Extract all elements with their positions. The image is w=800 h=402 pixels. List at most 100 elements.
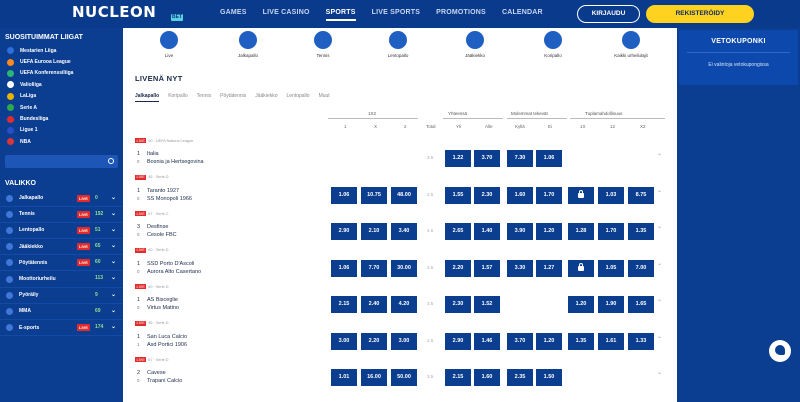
menu-item[interactable]: Tennis LIVE 192 ⌄ <box>0 207 123 223</box>
sport-category[interactable]: Tennis <box>293 31 353 58</box>
chevron-down-icon[interactable]: ⌄ <box>111 274 116 281</box>
odds-button[interactable]: 2.30 <box>474 186 500 204</box>
odds-button[interactable]: 1.06 <box>536 150 562 167</box>
odds-button[interactable]: 2.90 <box>331 223 357 240</box>
odds-button[interactable]: 1.06 <box>331 186 357 204</box>
chevron-down-icon[interactable]: ⌄ <box>111 258 116 265</box>
odds-button[interactable]: 1.33 <box>628 332 654 350</box>
register-button[interactable]: REKISTERÖIDY <box>646 5 754 23</box>
odds-button[interactable]: 1.01 <box>331 369 357 386</box>
odds-button[interactable]: 48.00 <box>391 186 417 204</box>
sport-category[interactable]: Lentopallo <box>368 31 428 58</box>
league-item[interactable]: Bundesliiga <box>0 113 123 124</box>
odds-button[interactable]: 1.35 <box>628 223 654 240</box>
subtab[interactable]: Tennis <box>197 93 211 102</box>
chevron-down-icon[interactable]: ⌄ <box>657 296 662 303</box>
nav-live-casino[interactable]: LIVE CASINO <box>263 9 310 21</box>
menu-item[interactable]: Moottoriurheilu 113 ⌄ <box>0 271 123 288</box>
menu-item[interactable]: Jalkapallo LIVE 0 ⌄ <box>0 191 123 207</box>
sport-category[interactable]: Koripallo <box>523 31 583 58</box>
chevron-down-icon[interactable]: ⌄ <box>657 150 662 157</box>
odds-button[interactable]: 1.20 <box>568 296 594 313</box>
odds-button[interactable]: 3.40 <box>391 223 417 240</box>
odds-button[interactable]: 1.46 <box>474 332 500 350</box>
chevron-down-icon[interactable]: ⌄ <box>111 242 116 249</box>
match-row[interactable]: LIVE 67 · Serie D 2 0 Cavese Trapani Calcio 1.… <box>123 357 677 393</box>
league-item[interactable]: NBA <box>0 136 123 147</box>
odds-button[interactable]: 3.70 <box>507 332 533 350</box>
nav-games[interactable]: GAMES <box>220 9 247 21</box>
odds-button[interactable]: 2.35 <box>507 369 533 386</box>
odds-button[interactable]: 1.57 <box>474 259 500 277</box>
sport-category[interactable]: Kaikki urheilulajit <box>601 31 661 58</box>
odds-button[interactable]: 10.75 <box>361 186 387 204</box>
league-item[interactable]: UEFA Konferenssiliiga <box>0 68 123 79</box>
odds-button[interactable]: 3.00 <box>391 332 417 350</box>
league-item[interactable]: Valioliiga <box>0 79 123 90</box>
subtab[interactable]: Jalkapallo <box>135 93 160 102</box>
chevron-down-icon[interactable]: ⌄ <box>657 333 662 340</box>
chevron-down-icon[interactable]: ⌄ <box>657 260 662 267</box>
sport-category[interactable]: Jalkapallo <box>218 31 278 58</box>
odds-button[interactable]: 2.30 <box>445 296 471 313</box>
menu-item[interactable]: Lentopallo LIVE 51 ⌄ <box>0 223 123 240</box>
odds-button[interactable]: 1.70 <box>598 223 624 240</box>
chevron-down-icon[interactable]: ⌄ <box>657 187 662 194</box>
menu-item[interactable]: Pöytätennis LIVE 60 ⌄ <box>0 255 123 272</box>
odds-button[interactable]: 4.20 <box>391 296 417 313</box>
odds-button[interactable]: 1.65 <box>628 296 654 313</box>
sport-category[interactable]: Live <box>139 31 199 58</box>
odds-button[interactable]: 1.05 <box>598 259 624 277</box>
subtab[interactable]: Muut <box>319 93 330 102</box>
brand-logo[interactable]: NUCLEON <box>72 3 156 21</box>
odds-button[interactable]: 1.61 <box>598 332 624 350</box>
odds-button[interactable]: 1.50 <box>536 369 562 386</box>
odds-button[interactable]: 1.90 <box>598 296 624 313</box>
odds-button[interactable]: 2.15 <box>445 369 471 386</box>
odds-button[interactable]: 2.90 <box>445 332 471 350</box>
league-search-input[interactable] <box>5 154 118 168</box>
chevron-down-icon[interactable]: ⌄ <box>111 210 116 217</box>
subtab[interactable]: Koripallo <box>168 93 187 102</box>
match-row[interactable]: LIVE 45 · Serie D 1 0 Taranto 1927 SS Monopol… <box>123 174 677 211</box>
menu-item[interactable]: Jääkiekko LIVE 65 ⌄ <box>0 239 123 256</box>
odds-button[interactable]: 2.40 <box>361 296 387 313</box>
subtab[interactable]: Pöytätennis <box>220 93 246 102</box>
league-item[interactable]: Mestarien Liiga <box>0 45 123 56</box>
match-row[interactable]: LIVE 60 · Serie D 1 0 AS Bisceglie Virtus Mat… <box>123 284 677 320</box>
nav-promotions[interactable]: PROMOTIONS <box>436 9 486 21</box>
chevron-down-icon[interactable]: ⌄ <box>111 323 116 330</box>
odds-button[interactable]: 2.10 <box>361 223 387 240</box>
odds-button[interactable]: 1.06 <box>331 259 357 277</box>
odds-button[interactable]: 7.30 <box>507 150 533 167</box>
odds-button[interactable]: 3.90 <box>507 223 533 240</box>
odds-button[interactable]: 1.22 <box>445 150 471 167</box>
match-row[interactable]: LIVE 90 · UEFA Nations League 1 0 Italia Bosn… <box>123 138 677 174</box>
odds-button[interactable]: 2.20 <box>445 259 471 277</box>
menu-item[interactable]: Pyöräily 9 ⌄ <box>0 288 123 304</box>
menu-item[interactable]: MMA 69 ⌄ <box>0 304 123 321</box>
login-button[interactable]: KIRJAUDU <box>577 5 640 23</box>
odds-button[interactable]: 1.70 <box>536 186 562 204</box>
chat-button[interactable] <box>769 340 791 362</box>
odds-button[interactable]: 3.30 <box>507 259 533 277</box>
match-row[interactable]: LIVE 67 · Serie C 3 0 Desfinse Cesole FBC 2.90… <box>123 211 677 247</box>
odds-button[interactable]: 1.28 <box>568 223 594 240</box>
league-item[interactable]: UEFA Eurooa League <box>0 56 123 67</box>
odds-button[interactable]: 3.00 <box>331 332 357 350</box>
odds-button[interactable]: 2.15 <box>331 296 357 313</box>
odds-button[interactable]: 50.00 <box>391 369 417 386</box>
chevron-down-icon[interactable]: ⌄ <box>657 369 662 376</box>
league-item[interactable]: LaLiga <box>0 91 123 102</box>
subtab[interactable]: Lentopallo <box>286 93 309 102</box>
chevron-down-icon[interactable]: ⌄ <box>111 307 116 314</box>
odds-button[interactable]: 1.60 <box>507 186 533 204</box>
menu-item[interactable]: E-sports LIVE 174 ⌄ <box>0 320 123 337</box>
nav-sports[interactable]: SPORTS <box>325 9 356 21</box>
odds-button[interactable]: 1.35 <box>568 332 594 350</box>
odds-button[interactable]: 1.52 <box>474 296 500 313</box>
odds-button[interactable]: 1.20 <box>536 223 562 240</box>
odds-button[interactable]: 1.60 <box>474 369 500 386</box>
chevron-down-icon[interactable]: ⌄ <box>111 194 116 201</box>
odds-button[interactable]: 16.00 <box>361 369 387 386</box>
